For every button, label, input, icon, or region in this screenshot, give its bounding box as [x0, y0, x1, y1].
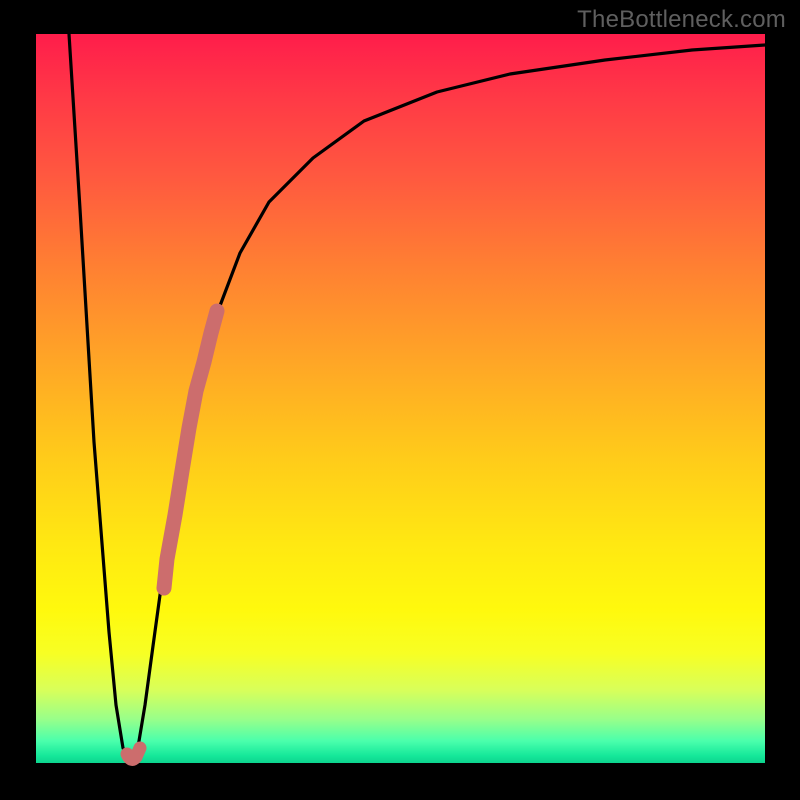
bottleneck-curve: [69, 34, 765, 763]
plot-area: [36, 34, 765, 763]
highlight-upper: [164, 311, 217, 588]
curve-svg: [36, 34, 765, 763]
highlight-hook: [127, 748, 140, 759]
chart-frame: TheBottleneck.com: [0, 0, 800, 800]
watermark-text: TheBottleneck.com: [577, 6, 786, 34]
